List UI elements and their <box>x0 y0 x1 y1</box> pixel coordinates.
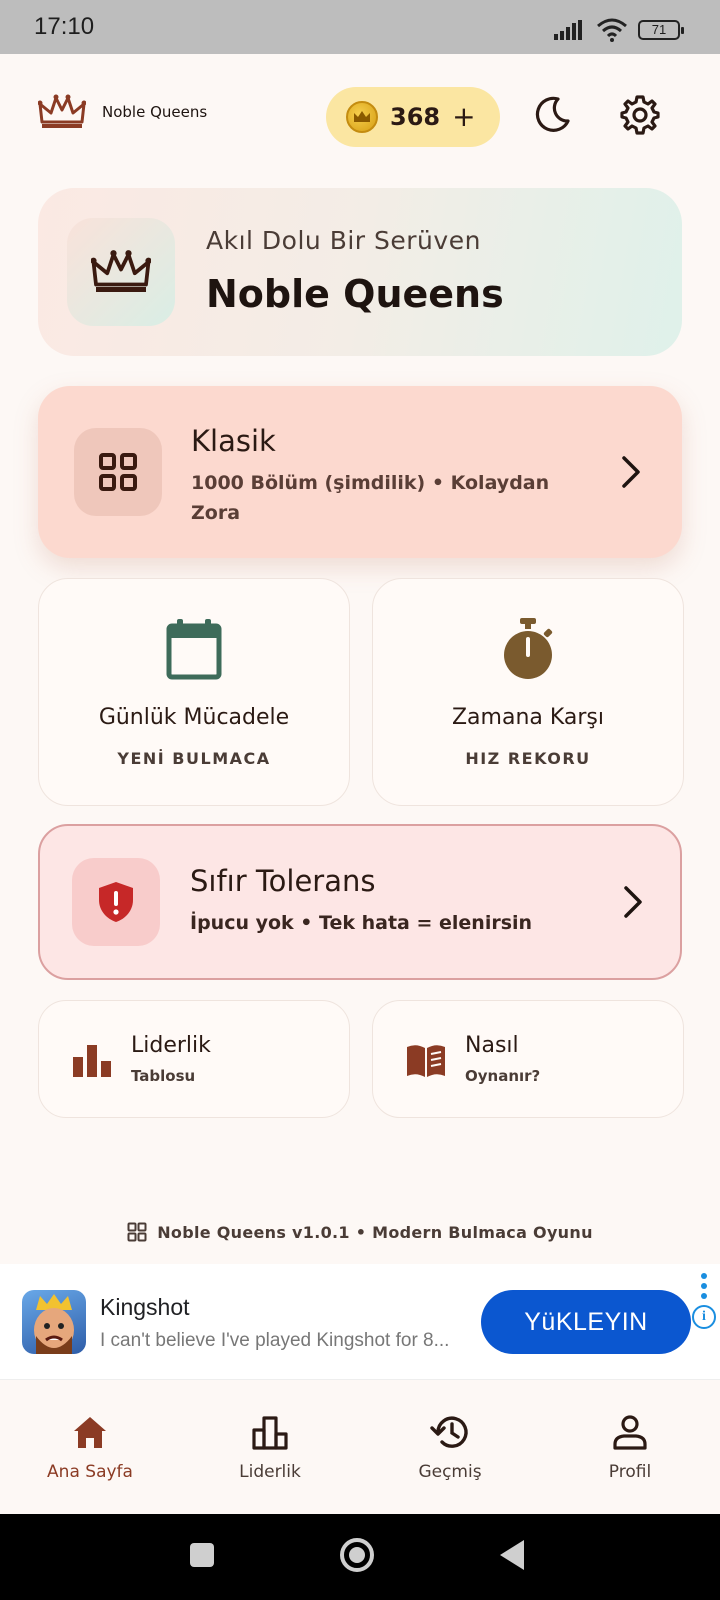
leaderboard-link-card[interactable]: Liderlik Tablosu <box>38 1000 350 1118</box>
timed-title: Zamana Karşı <box>451 705 605 730</box>
ad-text: I can't believe I've played Kingshot for… <box>100 1330 450 1351</box>
wifi-icon <box>597 18 627 42</box>
home-icon <box>74 1417 106 1448</box>
leaderboard-icon <box>252 1416 288 1450</box>
nav-home-label: Ana Sayfa <box>47 1462 133 1482</box>
add-coins-icon[interactable]: + <box>452 103 475 131</box>
profile-icon <box>613 1415 647 1450</box>
hero-subtitle: Akıl Dolu Bir Serüven <box>206 226 481 255</box>
brand-name: Noble Queens <box>102 103 208 121</box>
recent-apps-icon[interactable] <box>188 1541 216 1569</box>
daily-title: Günlük Mücadele <box>98 705 290 730</box>
ad-info-icon[interactable]: i <box>692 1305 716 1329</box>
crown-icon <box>91 250 151 292</box>
zero-tolerance-description: İpucu yok • Tek hata = elenirsin <box>190 912 533 934</box>
leaderboard-bars-icon <box>73 1045 111 1077</box>
home-circle-icon[interactable] <box>338 1536 376 1574</box>
ad-title[interactable]: Kingshot <box>100 1294 190 1321</box>
classic-icon-tile <box>74 428 162 516</box>
ad-more-icon[interactable] <box>700 1272 708 1300</box>
coin-balance-button[interactable]: 368 + <box>326 87 500 147</box>
status-time: 17:10 <box>34 13 95 40</box>
shield-alert-icon <box>99 882 133 922</box>
zero-tolerance-card[interactable]: Sıfır Tolerans İpucu yok • Tek hata = el… <box>38 824 682 980</box>
system-navigation-bar <box>0 1514 720 1600</box>
book-icon <box>407 1045 445 1077</box>
classic-mode-card[interactable]: Klasik 1000 Bölüm (şimdilik) • Kolaydan … <box>38 386 682 558</box>
ad-app-icon[interactable] <box>22 1290 86 1354</box>
back-icon[interactable] <box>498 1538 528 1572</box>
grid-icon <box>99 453 137 491</box>
grid-icon <box>127 1222 147 1242</box>
version-text: Noble Queens v1.0.1 • Modern Bulmaca Oyu… <box>157 1222 593 1242</box>
version-footer: Noble Queens v1.0.1 • Modern Bulmaca Oyu… <box>0 1222 720 1242</box>
battery-level: 71 <box>651 22 667 37</box>
signal-icon <box>554 20 582 40</box>
stopwatch-icon <box>504 618 553 679</box>
nav-profile[interactable]: Profil <box>540 1412 720 1482</box>
how-to-play-subtitle: Oynanır? <box>465 1067 541 1085</box>
nav-profile-label: Profil <box>608 1462 652 1482</box>
history-icon <box>430 1416 468 1448</box>
how-to-play-title: Nasıl <box>465 1033 519 1058</box>
leaderboard-link-title: Liderlik <box>131 1033 211 1058</box>
nav-leaderboard-label: Liderlik <box>239 1462 301 1482</box>
calendar-icon <box>166 619 222 680</box>
ad-banner[interactable]: Kingshot I can't believe I've played Kin… <box>0 1264 720 1380</box>
coin-count: 368 <box>390 103 441 131</box>
daily-subtitle: YENİ BULMACA <box>117 749 271 768</box>
how-to-play-link-card[interactable]: Nasıl Oynanır? <box>372 1000 684 1118</box>
status-bar: 17:10 71 <box>0 0 720 54</box>
nav-history[interactable]: Geçmiş <box>360 1412 540 1482</box>
nav-history-label: Geçmiş <box>418 1462 482 1482</box>
time-attack-card[interactable]: Zamana Karşı HIZ REKORU <box>372 578 684 806</box>
ad-install-button[interactable]: YüKLEYIN <box>481 1290 691 1354</box>
zero-tolerance-icon-tile <box>72 858 160 946</box>
timed-subtitle: HIZ REKORU <box>465 749 591 768</box>
hero-title: Noble Queens <box>206 272 504 316</box>
chevron-right-icon <box>624 886 642 918</box>
app-header: Noble Queens 368 + <box>0 54 720 178</box>
dark-mode-moon-icon[interactable] <box>532 94 572 134</box>
chevron-right-icon <box>622 456 640 488</box>
nav-leaderboard[interactable]: Liderlik <box>180 1412 360 1482</box>
zero-tolerance-title: Sıfır Tolerans <box>190 864 376 898</box>
leaderboard-link-subtitle: Tablosu <box>131 1067 196 1085</box>
settings-gear-icon[interactable] <box>619 94 661 136</box>
crown-coin-icon <box>346 101 378 133</box>
nav-home[interactable]: Ana Sayfa <box>0 1412 180 1482</box>
daily-challenge-card[interactable]: Günlük Mücadele YENİ BULMACA <box>38 578 350 806</box>
status-icons: 71 <box>554 18 684 42</box>
hero-crown-tile <box>67 218 175 326</box>
hero-banner: Akıl Dolu Bir Serüven Noble Queens <box>38 188 682 356</box>
bottom-navigation: Ana Sayfa Liderlik Geçmiş Profil <box>0 1382 720 1514</box>
crown-logo-icon <box>38 94 86 128</box>
classic-description: 1000 Bölüm (şimdilik) • Kolaydan Zora <box>191 472 550 524</box>
classic-title: Klasik <box>191 424 276 458</box>
battery-icon: 71 <box>638 20 684 40</box>
